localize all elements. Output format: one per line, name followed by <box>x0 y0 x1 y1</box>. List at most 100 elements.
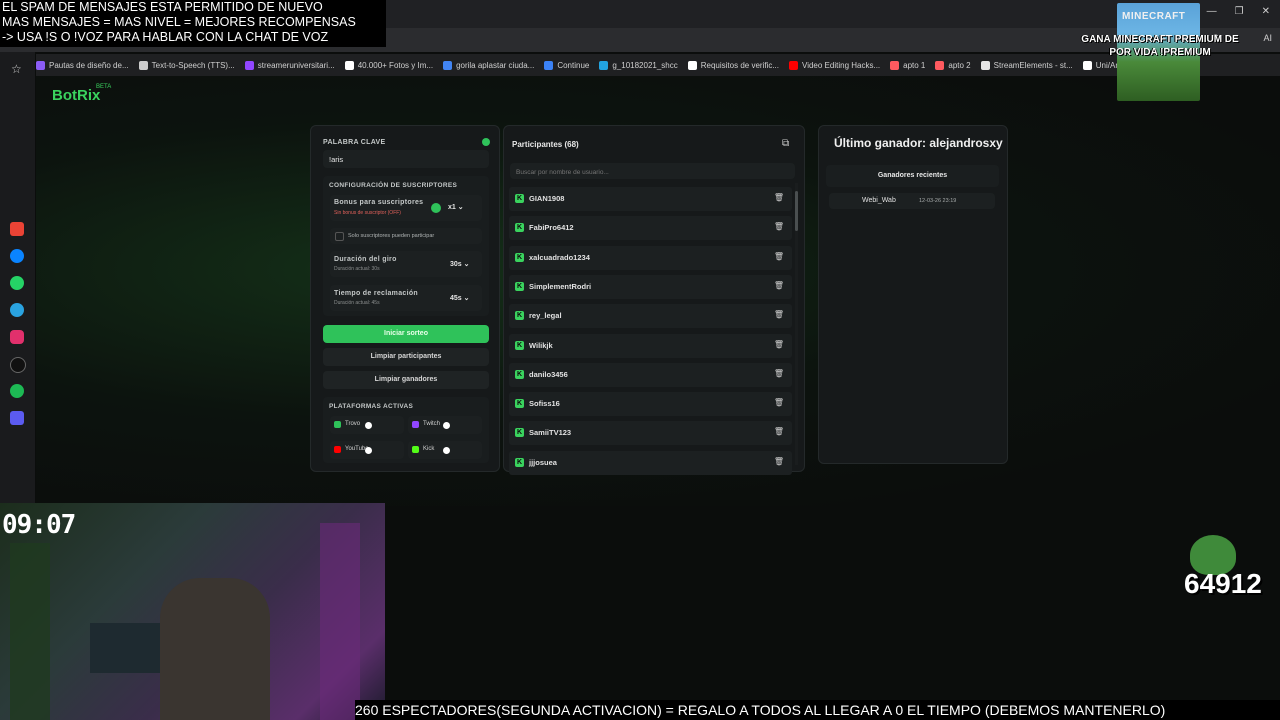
points-counter: 64912 <box>1184 568 1262 599</box>
rules-line-3: -> USA !S O !VOZ PARA HABLAR CON LA CHAT… <box>2 30 329 44</box>
stream-rules-overlay: EL SPAM DE MENSAJES ESTA PERMITIDO DE NU… <box>0 0 386 47</box>
spin-select[interactable]: 30s ⌄ <box>450 260 470 268</box>
whatsapp-icon[interactable] <box>10 276 24 290</box>
bookmark-item[interactable]: gorila aplastar ciuda... <box>443 60 534 70</box>
bookmark-favicon-icon <box>36 60 45 70</box>
keyword-input[interactable]: !aris <box>323 150 489 168</box>
close-icon[interactable]: ✕ <box>1262 6 1270 17</box>
gmail-icon[interactable] <box>10 222 24 236</box>
platform-kick: Kick <box>408 441 482 459</box>
bookmark-item[interactable]: streameruniversitari... <box>244 60 335 70</box>
bonus-hint: Sin bonus de suscriptor (OFF) <box>334 210 401 216</box>
bookmark-label: Pautas de diseño de... <box>49 60 129 70</box>
bookmark-label: g_10182021_shcc <box>612 60 678 70</box>
platform-icon <box>412 446 419 453</box>
minecraft-promo-text: GANA MINECRAFT PREMIUM DE POR VIDA !PREM… <box>1081 34 1239 58</box>
instagram-icon[interactable] <box>10 330 24 344</box>
copy-icon[interactable]: ⧉ <box>782 138 789 149</box>
trash-icon[interactable]: 🗑 <box>774 252 784 261</box>
trash-icon[interactable]: 🗑 <box>774 457 784 466</box>
trash-icon[interactable]: 🗑 <box>774 340 784 349</box>
bookmark-item[interactable]: StreamElements - st... <box>980 60 1073 70</box>
bookmark-label: streameruniversitari... <box>257 60 335 70</box>
kick-icon: K <box>515 399 524 409</box>
recent-winner-row: Webi_Wab 12-03-26 23:19 <box>829 193 995 209</box>
winner-date: 12-03-26 23:19 <box>919 198 957 204</box>
favorites-star-icon[interactable]: ☆ <box>11 62 22 76</box>
bookmark-item[interactable]: Video Editing Hacks... <box>789 60 880 70</box>
platform-icon <box>412 421 419 428</box>
participants-title: Participantes (68) <box>512 140 579 149</box>
last-winner: Último ganador: alejandrosxy <box>834 136 1003 150</box>
start-raffle-button[interactable]: Iniciar sorteo <box>323 325 489 343</box>
info-icon[interactable] <box>482 138 490 146</box>
clear-participants-button[interactable]: Limpiar participantes <box>323 348 489 366</box>
participant-row: K SamiiTV123 🗑 <box>509 421 792 446</box>
participant-name: danilo3456 <box>529 369 568 379</box>
bookmark-item[interactable]: Continue <box>544 60 589 70</box>
bookmark-favicon-icon <box>599 60 609 70</box>
bookmark-label: StreamElements - st... <box>993 60 1073 70</box>
trash-icon[interactable]: 🗑 <box>774 222 784 231</box>
participant-row: K rey_legal 🗑 <box>509 304 792 329</box>
bonus-info-icon[interactable] <box>431 203 441 213</box>
platform-label: Twitch <box>423 421 441 427</box>
bookmark-label: apto 2 <box>948 60 971 70</box>
clear-winners-button[interactable]: Limpiar ganadores <box>323 371 489 389</box>
subs-only-label: Solo suscriptores pueden participar <box>348 233 435 239</box>
subs-only-checkbox[interactable] <box>335 232 344 241</box>
bookmark-label: Requisitos de verific... <box>700 60 780 70</box>
spin-value: 30s <box>450 261 462 268</box>
restore-icon[interactable]: ❐ <box>1235 6 1244 17</box>
participant-name: SamiiTV123 <box>529 428 572 438</box>
platforms-label: PLATAFORMAS ACTIVAS <box>329 403 414 410</box>
player-icon[interactable] <box>10 411 24 425</box>
spotify-icon[interactable] <box>10 384 24 398</box>
trash-icon[interactable]: 🗑 <box>774 310 784 319</box>
rules-line-1: EL SPAM DE MENSAJES ESTA PERMITIDO DE NU… <box>2 0 323 14</box>
platform-twitch: Twitch <box>408 416 482 434</box>
platform-label: Trovo <box>345 421 361 427</box>
bookmark-item[interactable]: g_10182021_shcc <box>599 60 678 70</box>
beta-badge: BETA <box>96 84 112 90</box>
platform-youtube: YouTube <box>330 441 404 459</box>
trash-icon[interactable]: 🗑 <box>774 281 784 290</box>
bookmark-item[interactable]: Pautas de diseño de... <box>36 60 129 70</box>
messenger-icon[interactable] <box>10 249 24 263</box>
subs-only-row[interactable]: Solo suscriptores pueden participar <box>330 228 482 244</box>
telegram-icon[interactable] <box>10 303 24 317</box>
search-input[interactable] <box>514 165 788 179</box>
bonus-label: Bonus para suscriptores <box>334 199 424 206</box>
bookmark-item[interactable]: 40.000+ Fotos y Im... <box>344 60 433 70</box>
participant-name: FabiPro6412 <box>529 223 574 233</box>
claim-select[interactable]: 45s ⌄ <box>450 294 470 302</box>
minimize-icon[interactable]: — <box>1207 6 1217 17</box>
trash-icon[interactable]: 🗑 <box>774 369 784 378</box>
recent-winners-label: Ganadores recientes <box>877 172 948 179</box>
ai-button[interactable]: AI <box>1263 33 1272 43</box>
bookmark-item[interactable]: apto 1 <box>890 60 926 70</box>
scrollbar-thumb[interactable] <box>795 191 798 231</box>
bookmark-item[interactable]: apto 2 <box>935 60 971 70</box>
participant-row: K danilo3456 🗑 <box>509 362 792 387</box>
trash-icon[interactable]: 🗑 <box>774 398 784 407</box>
spin-row: Duración del giro Duración actual: 30s 3… <box>330 251 482 277</box>
kick-icon: K <box>515 252 524 262</box>
participant-search[interactable] <box>510 163 795 179</box>
trash-icon[interactable]: 🗑 <box>774 427 784 436</box>
bookmark-label: apto 1 <box>903 60 926 70</box>
trash-icon[interactable]: 🗑 <box>774 193 784 202</box>
kick-icon: K <box>515 369 524 379</box>
bookmark-favicon-icon <box>1082 60 1092 70</box>
bookmark-label: Text-to-Speech (TTS)... <box>151 60 235 70</box>
bonus-select[interactable]: x1 ⌄ <box>448 203 464 211</box>
participants-scrollbar[interactable] <box>795 183 798 465</box>
winner-name: Webi_Wab <box>862 197 896 204</box>
bookmark-item[interactable]: Text-to-Speech (TTS)... <box>138 60 235 70</box>
bookmark-item[interactable]: Requisitos de verific... <box>687 60 780 70</box>
claim-row: Tiempo de reclamación Duración actual: 4… <box>330 285 482 311</box>
participant-name: jjjosuea <box>529 457 557 467</box>
kick-icon: K <box>515 311 524 321</box>
subs-config-label: CONFIGURACIÓN DE SUSCRIPTORES <box>329 182 458 189</box>
x-icon[interactable] <box>10 357 26 373</box>
